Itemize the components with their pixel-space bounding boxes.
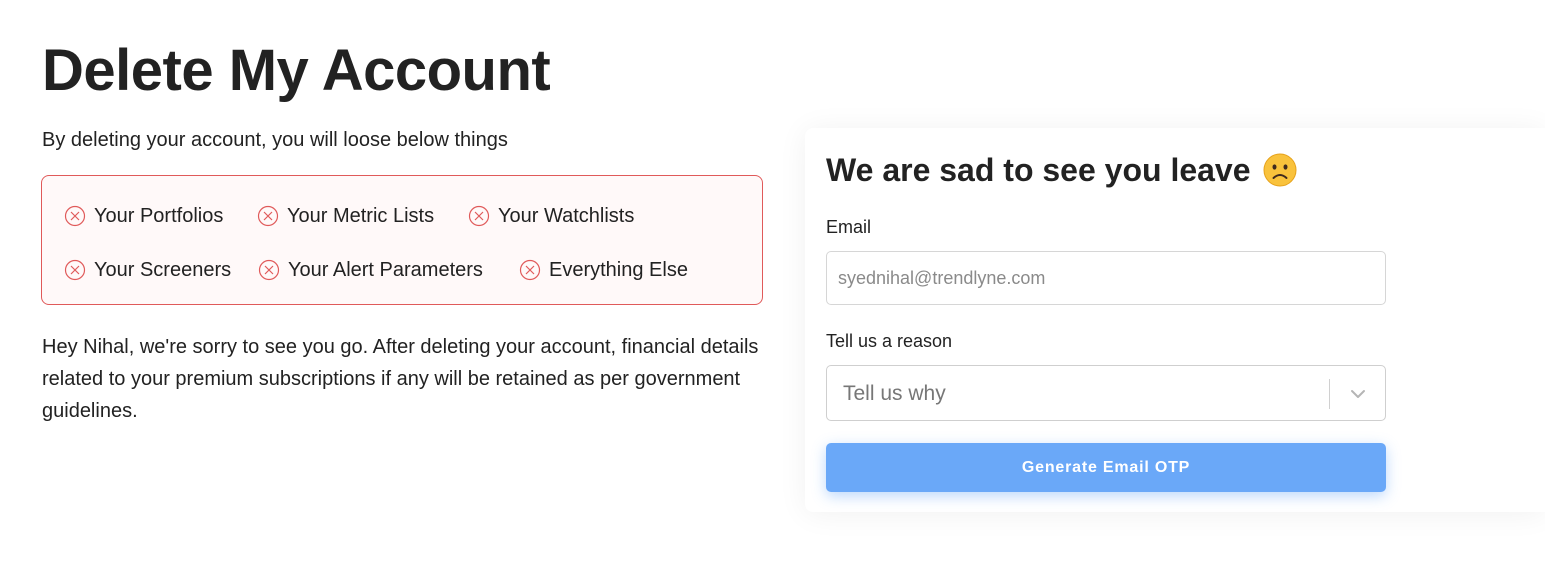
circle-x-icon [64,205,86,227]
select-divider [1329,379,1330,409]
loss-item: Everything Else [519,257,688,283]
loss-item: Your Alert Parameters [258,257,483,283]
reason-label: Tell us a reason [826,331,953,351]
circle-x-icon [257,205,279,227]
loss-item-label: Your Alert Parameters [288,258,483,281]
form-title-text: We are sad to see you leave [826,152,1251,188]
loss-item-label: Your Metric Lists [287,204,435,227]
reason-select[interactable]: Tell us why [826,365,1386,421]
loss-item: Your Watchlists [468,203,634,229]
delete-account-page: Delete My Account By deleting your accou… [0,0,1545,579]
form-title: We are sad to see you leave [826,150,1297,190]
loss-item: Your Portfolios [64,203,223,229]
email-input[interactable] [826,251,1386,305]
generate-email-otp-button[interactable]: Generate Email OTP [826,443,1386,492]
reason-select-value: Tell us why [843,382,946,405]
loss-item-label: Your Screeners [94,258,232,281]
circle-x-icon [64,259,86,281]
delete-form-card: We are sad to see you leave Email Tell u… [805,128,1545,512]
page-title: Delete My Account [42,38,551,103]
intro-text: By deleting your account, you will loose… [42,129,508,151]
loss-item-label: Your Watchlists [498,204,635,227]
email-label: Email [826,217,872,237]
loss-item-label: Everything Else [549,258,688,281]
circle-x-icon [468,205,490,227]
loss-item-label: Your Portfolios [94,204,224,227]
sad-face-icon [1263,153,1297,187]
loss-item: Your Screeners [64,257,231,283]
retention-notice: Hey Nihal, we're sorry to see you go. Af… [42,336,759,422]
circle-x-icon [519,259,541,281]
loss-item: Your Metric Lists [257,203,434,229]
circle-x-icon [258,259,280,281]
chevron-down-icon[interactable] [1347,383,1369,405]
loss-list: Your Portfolios Your Metric Lists Your W… [41,175,763,305]
